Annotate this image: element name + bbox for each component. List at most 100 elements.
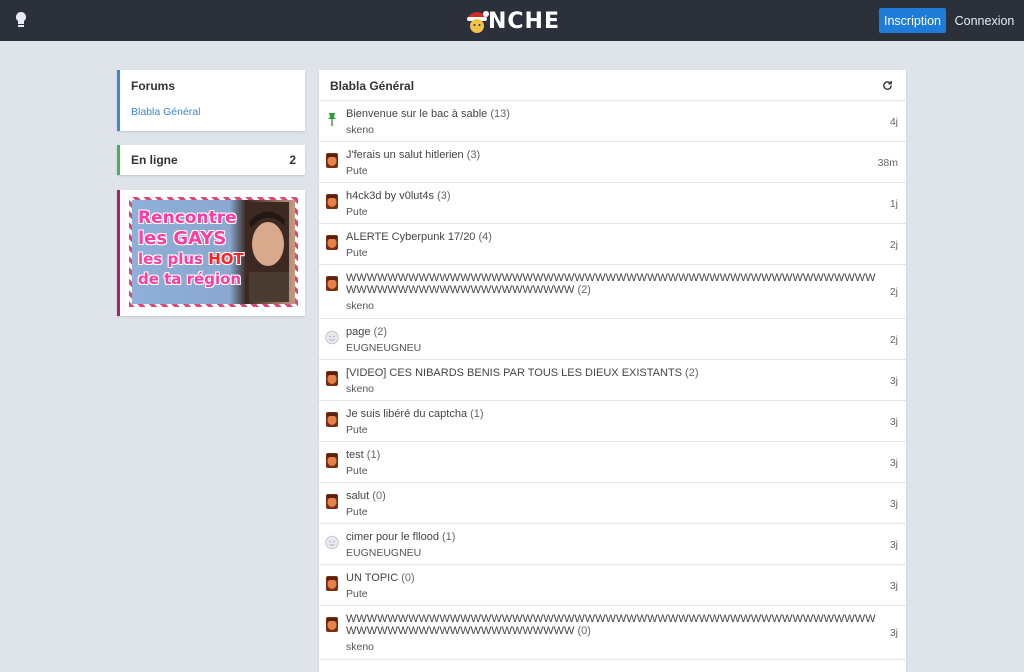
smiley-icon [325,535,339,550]
topic-author[interactable]: Pute [346,424,368,436]
topic-title[interactable]: ALERTE Cyberpunk 17/20 (4) [346,231,876,243]
topic-reply-count: (4) [475,231,492,243]
topic-title[interactable]: Je suis libéré du captcha (1) [346,408,876,420]
topic-title-text: ALERTE Cyberpunk 17/20 [346,231,476,243]
topic-author[interactable]: Pute [346,588,368,600]
topic-row[interactable]: Bienvenue sur le bac à sable (13) skeno 4j [319,101,906,142]
site-logo-text: NCHE [488,8,560,34]
topic-row[interactable]: WWWWWWWWWWWWWWWWWWWWWWWWWWWWWWWWWWWWWWWW… [319,606,906,660]
topic-time: 4j [889,116,898,128]
topic-reply-count: (2) [574,284,591,296]
top-navbar: NCHE Inscription Connexion [0,0,1024,41]
topic-author[interactable]: EUGNEUGNEU [346,547,421,559]
topic-row[interactable]: cimer pour le fllood (1) EUGNEUGNEU 3j [319,524,906,565]
ad-image: Rencontre les GAYS les plus HOT de ta ré… [132,200,295,304]
online-panel: En ligne 2 [117,145,305,175]
topic-reply-count: (0) [398,572,415,584]
avatar-icon [325,276,339,291]
topic-title-text: salut [346,490,370,502]
topic-author[interactable]: Pute [346,247,368,259]
topic-row[interactable]: ALERTE Cyberpunk 17/20 (4) Pute 2j [319,224,906,265]
topic-time: 2j [889,334,898,346]
topic-title[interactable]: Bienvenue sur le bac à sable (13) [346,108,876,120]
topic-time: 3j [889,375,898,387]
topic-title-text: test [346,449,364,461]
topic-author[interactable]: skeno [346,300,374,312]
topic-row[interactable]: J'ferais un salut hitlerien (3) Pute 38m [319,142,906,183]
online-label: En ligne [131,153,178,167]
login-button[interactable]: Connexion [953,8,1016,33]
topic-title[interactable]: h4ck3d by v0lut4s (3) [346,190,876,202]
topic-row[interactable]: salut (0) Pute 3j [319,483,906,524]
topic-time: 3j [889,416,898,428]
topic-reply-count: (1) [438,531,456,543]
topic-author[interactable]: skeno [346,383,374,395]
topic-title-text: Je suis libéré du captcha [346,408,468,420]
topic-title[interactable]: test (1) [346,449,876,461]
topic-row[interactable]: [VIDEO] CES NIBARDS BENIS PAR TOUS LES D… [319,360,906,401]
topic-reply-count: (1) [467,408,484,420]
online-count: 2 [289,153,296,167]
topic-row[interactable]: test (1) Pute 3j [319,442,906,483]
signup-button[interactable]: Inscription [879,8,946,33]
topic-row[interactable]: h4ck3d by v0lut4s (3) Pute 1j [319,183,906,224]
avatar-icon [325,371,339,386]
pin-icon [325,112,339,127]
topic-title-text: cimer pour le fllood [346,531,439,543]
topic-reply-count: (3) [434,190,451,202]
topic-title-text: J'ferais un salut hitlerien [346,149,464,161]
topic-time: 3j [889,457,898,469]
topic-author[interactable]: EUGNEUGNEU [346,342,421,354]
topic-time: 3j [889,580,898,592]
topic-title-text: WWWWWWWWWWWWWWWWWWWWWWWWWWWWWWWWWWWWWWWW… [346,613,876,637]
topic-title[interactable]: UN TOPIC (0) [346,572,876,584]
topic-row[interactable]: Je suis libéré du captcha (1) Pute 3j [319,401,906,442]
topic-reply-count: (2) [682,367,699,379]
refresh-icon[interactable] [882,80,893,91]
topic-title-text: UN TOPIC [346,572,399,584]
topic-title[interactable]: salut (0) [346,490,876,502]
topic-reply-count: (0) [369,490,386,502]
avatar-icon [325,153,339,168]
site-logo[interactable]: NCHE [464,6,560,36]
topic-title[interactable]: J'ferais un salut hitlerien (3) [346,149,876,161]
topic-list-panel: Blabla Général Bienvenue sur le bac à sa… [319,70,906,672]
topic-title[interactable]: cimer pour le fllood (1) [346,531,876,543]
topic-author[interactable]: skeno [346,641,374,653]
forum-link-blabla[interactable]: Blabla Général [131,106,200,118]
topic-row[interactable]: WWWWWWWWWWWWWWWWWWWWWWWWWWWWWWWWWWWWWWWW… [319,265,906,319]
topic-row[interactable]: UN TOPIC (0) Pute 3j [319,565,906,606]
avatar-icon [325,617,339,632]
topic-time: 1j [889,198,898,210]
avatar-icon [325,194,339,209]
ad-text-line-3a: les plus [138,250,209,268]
lightbulb-icon[interactable] [10,9,32,31]
topic-title[interactable]: WWWWWWWWWWWWWWWWWWWWWWWWWWWWWWWWWWWWWWWW… [346,613,876,637]
ad-banner-panel: Rencontre les GAYS les plus HOT de ta ré… [117,190,305,316]
smiley-icon [325,330,339,345]
topic-time: 3j [889,498,898,510]
topic-title[interactable]: WWWWWWWWWWWWWWWWWWWWWWWWWWWWWWWWWWWWWWWW… [346,272,876,296]
ad-banner[interactable]: Rencontre les GAYS les plus HOT de ta ré… [129,197,298,307]
topic-author[interactable]: Pute [346,206,368,218]
topic-title[interactable]: [VIDEO] CES NIBARDS BENIS PAR TOUS LES D… [346,367,876,379]
avatar-icon [325,494,339,509]
topic-reply-count: (0) [574,625,591,637]
topic-time: 3j [889,627,898,639]
topic-author[interactable]: Pute [346,465,368,477]
ad-text-line-2: les GAYS [138,228,227,249]
forums-panel: Forums Blabla Général [117,70,305,131]
topic-title[interactable]: page (2) [346,326,876,338]
ad-face-image [245,202,289,302]
topic-reply-count: (2) [370,326,387,338]
avatar-icon [325,576,339,591]
topic-author[interactable]: Pute [346,506,368,518]
topic-row[interactable]: page (2) EUGNEUGNEU 2j [319,319,906,360]
topic-author[interactable]: Pute [346,165,368,177]
avatar-icon [325,412,339,427]
ad-text-hot: HOT [208,250,244,268]
avatar-icon [325,453,339,468]
ad-text-line-3: les plus HOT [138,252,244,267]
topic-time: 38m [877,157,898,169]
topic-author[interactable]: skeno [346,124,374,136]
